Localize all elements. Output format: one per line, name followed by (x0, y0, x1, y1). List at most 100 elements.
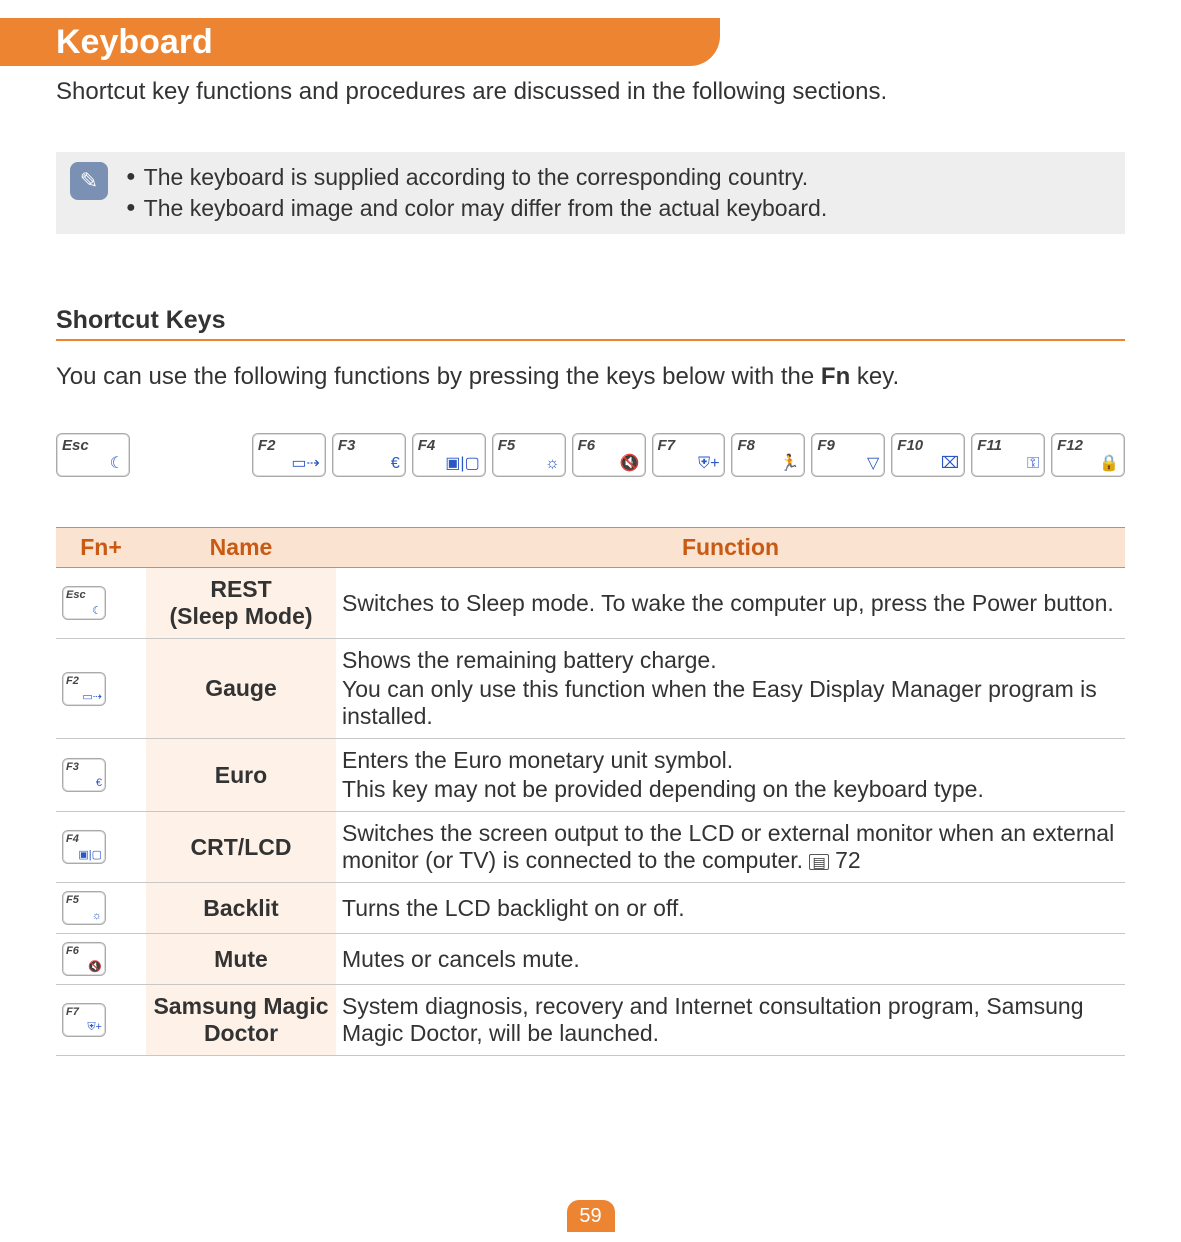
function-text: Switches the screen output to the LCD or… (342, 820, 1119, 874)
moon-icon: ☾ (110, 453, 124, 473)
key-label: F5 (498, 437, 516, 454)
function-cell: Switches to Sleep mode. To wake the comp… (336, 568, 1125, 639)
key-icon: F7 ⛨+ (62, 1003, 106, 1037)
key-label: F12 (1057, 437, 1083, 454)
function-text: Shows the remaining battery charge. (342, 647, 1119, 674)
touchpad-off-icon: ⌧ (941, 453, 959, 473)
key-label: F11 (977, 437, 1002, 454)
table-row: F2▭⇢GaugeShows the remaining battery cha… (56, 639, 1125, 739)
name-text: Gauge (152, 675, 330, 702)
name-cell: CRT/LCD (146, 812, 336, 883)
key-glyph-icon: ☾ (92, 604, 102, 617)
key-f10: F10 ⌧ (891, 433, 965, 477)
key-glyph-icon: € (96, 777, 102, 789)
key-label: F2 (66, 675, 79, 687)
key-icon: F3€ (62, 758, 106, 792)
table-row: F7 ⛨+ Samsung Magic DoctorSystem diagnosis… (56, 985, 1125, 1056)
key-esc: Esc ☾ (56, 433, 130, 477)
table-row: Esc ☾ REST(Sleep Mode)Switches to Sleep mo… (56, 568, 1125, 639)
note-icon: ✎ (70, 162, 108, 200)
key-label: F4 (418, 437, 436, 454)
shortcut-table: Fn+ Name Function Esc☾REST(Sleep Mode)Sw… (56, 527, 1125, 1056)
key-glyph-icon: ▣|▢ (78, 848, 102, 861)
euro-icon: € (391, 455, 400, 473)
function-cell: Enters the Euro monetary unit symbol.Thi… (336, 739, 1125, 812)
key-f12: F12 🔒 (1051, 433, 1125, 477)
key-icon: F6 🔇 (62, 942, 106, 976)
name-text: REST (152, 576, 330, 603)
function-cell: System diagnosis, recovery and Internet … (336, 985, 1125, 1056)
battery-icon: ▭⇢ (291, 453, 320, 473)
function-cell: Mutes or cancels mute. (336, 934, 1125, 985)
display-switch-icon: ▣|▢ (445, 453, 479, 473)
function-text: You can only use this function when the … (342, 676, 1119, 730)
key-label: F7 (66, 1006, 79, 1018)
name-cell: REST(Sleep Mode) (146, 568, 336, 639)
key-label: F6 (66, 945, 79, 957)
name-cell: Euro (146, 739, 336, 812)
table-row: F5☼ Backlit Turns the LCD backlight on or … (56, 883, 1125, 934)
name-text: Mute (152, 946, 330, 973)
name-cell: Samsung Magic Doctor (146, 985, 336, 1056)
table-row: F6 🔇 Mute Mutes or cancels mute. (56, 934, 1125, 985)
key-cell: F3€ (56, 739, 146, 812)
key-f3: F3 € (332, 433, 406, 477)
key-f5: F5 ☼ (492, 433, 566, 477)
function-text: Enters the Euro monetary unit symbol. (342, 747, 1119, 774)
note-list: The keyboard is supplied according to th… (126, 162, 827, 224)
key-label: Esc (66, 589, 86, 601)
brightness-icon: ☼ (545, 455, 560, 473)
key-cell: Esc ☾ (56, 568, 146, 639)
col-name: Name (146, 528, 336, 568)
function-text: System diagnosis, recovery and Internet … (342, 993, 1119, 1047)
page-ref-number: 72 (829, 847, 861, 873)
key-glyph-icon: 🔇 (88, 960, 102, 973)
key-label: F2 (258, 437, 276, 454)
col-fn: Fn+ (56, 528, 146, 568)
key-f9: F9 ▽ (811, 433, 885, 477)
key-cell: F2▭⇢ (56, 639, 146, 739)
key-f7: F7 ⛨+ (652, 433, 726, 477)
col-function: Function (336, 528, 1125, 568)
name-text: CRT/LCD (152, 834, 330, 861)
key-label: F6 (578, 437, 596, 454)
key-label: Esc (62, 437, 89, 454)
function-text: Turns the LCD backlight on or off. (342, 895, 1119, 922)
key-f4: F4 ▣|▢ (412, 433, 486, 477)
page-title: Keyboard (56, 23, 213, 62)
key-icon: Esc ☾ (62, 586, 106, 620)
name-cell: Backlit (146, 883, 336, 934)
numlock-icon: ⚿ (1027, 455, 1039, 473)
table-row: F4▣|▢ CRT/LCD Switches the screen output t… (56, 812, 1125, 883)
section-desc-post: key. (850, 363, 899, 390)
key-glyph-icon: ⛨+ (87, 1021, 102, 1034)
key-cell: F4▣|▢ (56, 812, 146, 883)
doctor-icon: ⛨+ (698, 455, 719, 473)
key-cell: F6 🔇 (56, 934, 146, 985)
page-number: 59 (567, 1200, 615, 1232)
function-cell: Shows the remaining battery charge.You c… (336, 639, 1125, 739)
name-text: Samsung Magic Doctor (152, 993, 330, 1047)
key-icon: F4▣|▢ (62, 830, 106, 864)
key-icon: F5☼ (62, 891, 106, 925)
function-text: Switches to Sleep mode. To wake the comp… (342, 590, 1119, 617)
key-f6: F6 🔇 (572, 433, 646, 477)
page-ref-icon: ▤ (809, 854, 828, 870)
key-glyph-icon: ▭⇢ (82, 690, 102, 703)
name-text: Backlit (152, 895, 330, 922)
title-bar: Keyboard (0, 18, 720, 66)
runner-icon: 🏃 (779, 453, 799, 473)
key-cell: F7 ⛨+ (56, 985, 146, 1056)
section-desc: You can use the following functions by p… (56, 363, 1125, 391)
note-box: ✎ The keyboard is supplied according to … (56, 152, 1125, 234)
function-text: Mutes or cancels mute. (342, 946, 1119, 973)
section-desc-pre: You can use the following functions by p… (56, 363, 821, 390)
key-icon: F2▭⇢ (62, 672, 106, 706)
note-item: The keyboard is supplied according to th… (144, 162, 808, 193)
function-text: This key may not be provided depending o… (342, 776, 1119, 803)
function-cell: Turns the LCD backlight on or off. (336, 883, 1125, 934)
key-label: F10 (897, 437, 923, 454)
key-f2: F2 ▭⇢ (252, 433, 326, 477)
function-key-row: Esc ☾ F2 ▭⇢ F3 € F4 ▣|▢ F5 ☼ F6 🔇 F7 ⛨+ (56, 433, 1125, 477)
lock-icon: 🔒 (1099, 453, 1119, 473)
